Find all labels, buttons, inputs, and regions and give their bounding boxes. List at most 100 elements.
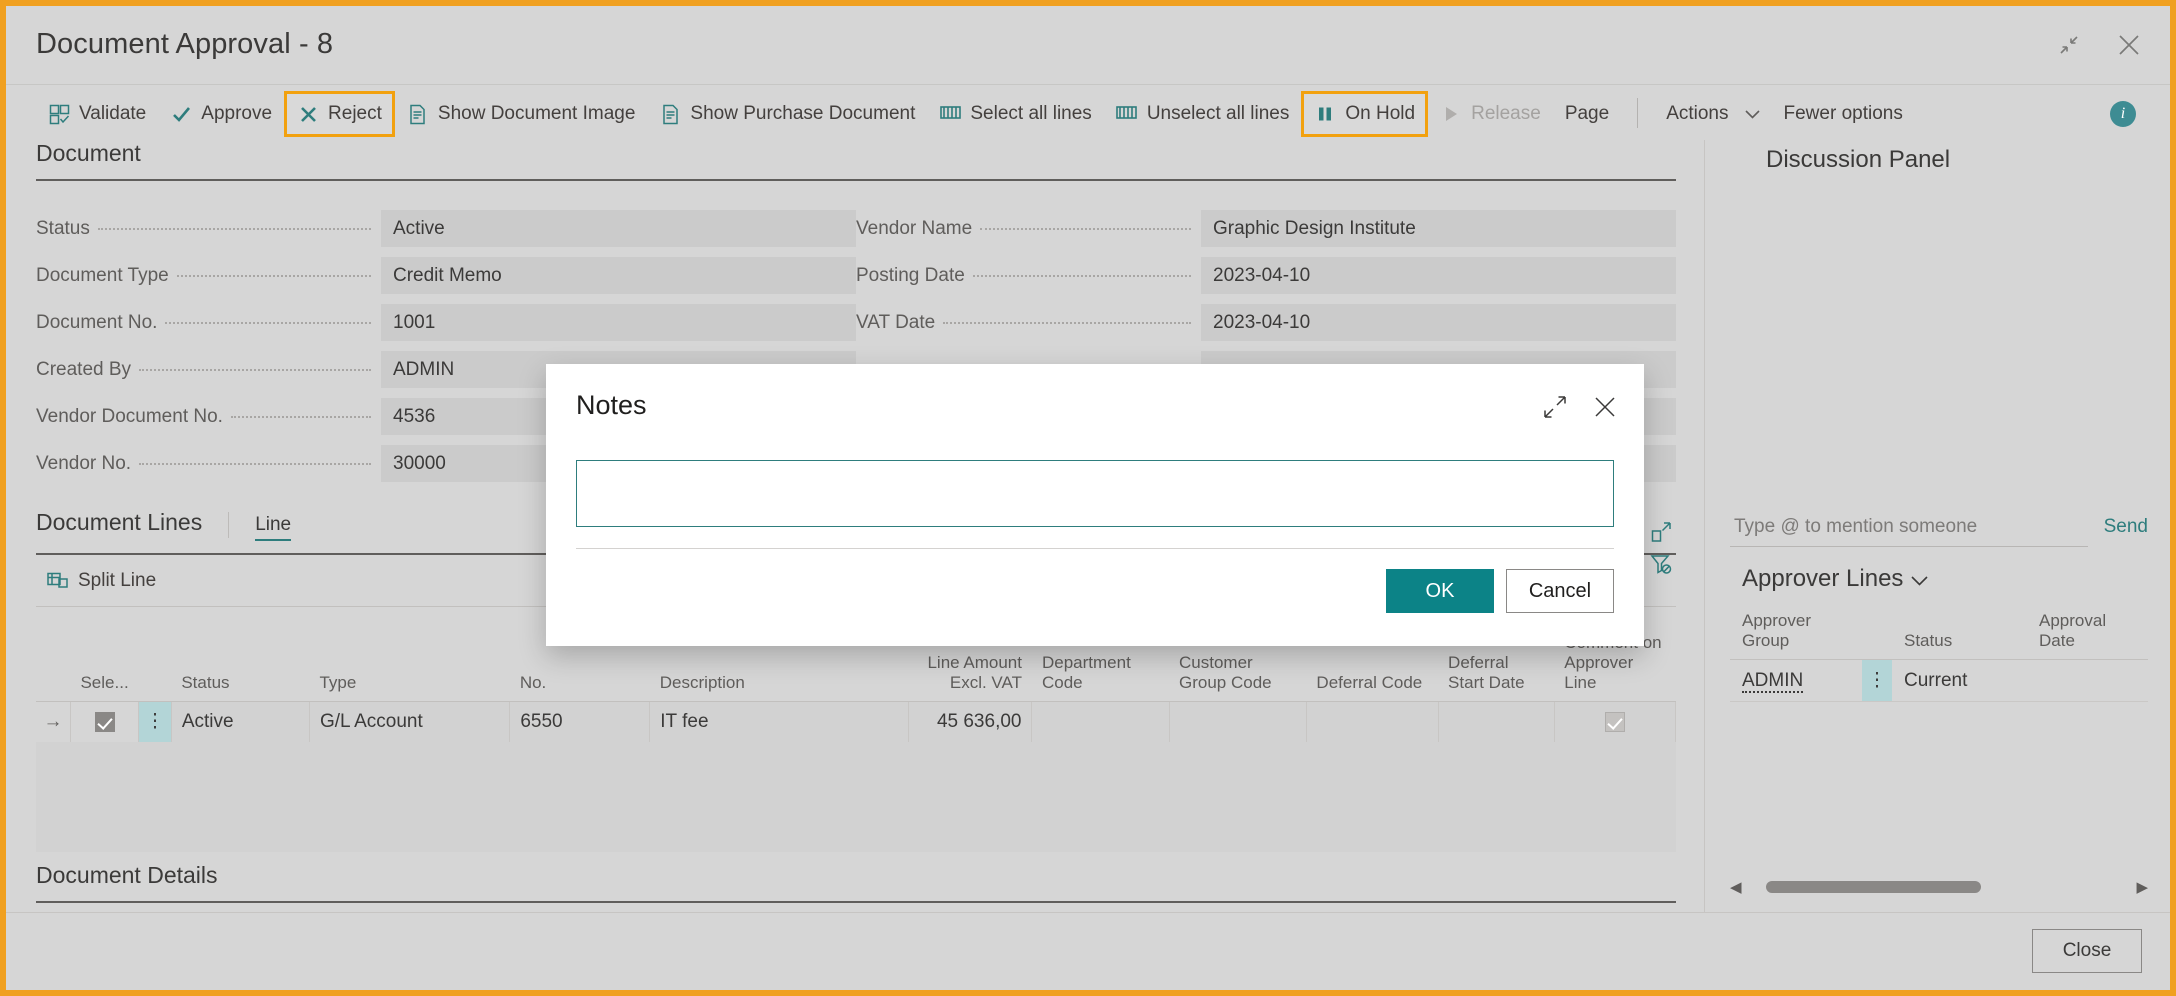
scroll-right-icon[interactable]: ▶ (2136, 878, 2148, 896)
field-document-no: Document No. 1001 (36, 299, 856, 346)
cell-deferral-code[interactable] (1306, 701, 1439, 742)
field-document-type: Document Type Credit Memo (36, 252, 856, 299)
notes-dialog-title: Notes (576, 390, 647, 420)
validate-icon (48, 103, 70, 125)
discussion-input[interactable] (1730, 512, 2088, 547)
cell-approval-date[interactable] (2027, 659, 2148, 702)
x-icon (297, 103, 319, 125)
close-icon[interactable] (1590, 392, 1620, 422)
validate-button[interactable]: Validate (36, 91, 158, 137)
lines-tools (1646, 517, 1676, 579)
col-type: Type (309, 633, 510, 702)
show-document-image-button[interactable]: Show Document Image (395, 91, 648, 137)
validate-label: Validate (79, 103, 147, 124)
approver-lines-header[interactable]: Approver Lines (1730, 565, 2148, 593)
select-lines-icon (939, 103, 961, 125)
approver-lines-title: Approver Lines (1742, 565, 1904, 592)
page-label: Page (1564, 103, 1610, 124)
window-controls (2052, 28, 2146, 62)
cell-comment-on-approver-line[interactable] (1554, 701, 1677, 742)
play-icon (1440, 103, 1462, 125)
ok-button[interactable]: OK (1386, 569, 1494, 613)
cell-deferral-start-date[interactable] (1438, 701, 1555, 742)
chevron-down-icon[interactable] (1911, 565, 1929, 593)
restore-down-icon[interactable] (2052, 28, 2086, 62)
notes-textarea[interactable] (576, 460, 1614, 527)
toolbar-divider (1637, 98, 1639, 128)
approve-button[interactable]: Approve (158, 91, 284, 137)
cell-approver-status[interactable]: Current (1892, 659, 2027, 702)
cell-type[interactable]: G/L Account (309, 701, 511, 742)
page-button[interactable]: Page (1553, 91, 1621, 137)
row-indicator: → (36, 701, 71, 742)
info-icon[interactable]: i (2110, 101, 2136, 127)
tab-line[interactable]: Line (255, 514, 292, 541)
show-purchase-document-label: Show Purchase Document (690, 103, 916, 124)
col-menu (1862, 607, 1892, 660)
expand-icon[interactable] (1646, 517, 1676, 547)
notes-dialog-actions (1540, 392, 1620, 422)
on-hold-label: On Hold (1345, 103, 1416, 124)
scroll-thumb[interactable] (1765, 881, 1981, 893)
document-lines-table: Sele... Status Type No. Description Line… (36, 633, 1677, 742)
scroll-track[interactable] (1750, 881, 2129, 893)
document-section-header: Document (36, 140, 1676, 181)
cell-customer-group-code[interactable] (1169, 701, 1307, 742)
cell-description[interactable]: IT fee (649, 701, 910, 742)
cancel-button[interactable]: Cancel (1506, 569, 1614, 613)
row-menu-icon[interactable]: ⋮ (138, 701, 172, 742)
expand-diagonal-icon[interactable] (1540, 392, 1570, 422)
document-details-header: Document Details (36, 862, 1676, 903)
row-menu-icon[interactable]: ⋮ (1862, 659, 1892, 702)
clear-filter-icon[interactable] (1646, 549, 1676, 579)
close-button[interactable]: Close (2032, 929, 2142, 973)
approver-table-row[interactable]: ADMIN ⋮ Current (1730, 659, 2148, 702)
cell-status[interactable]: Active (171, 701, 310, 742)
divider (228, 512, 230, 538)
cell-department-code[interactable] (1031, 701, 1170, 742)
actions-menu[interactable]: Actions (1654, 91, 1771, 137)
discussion-panel-title: Discussion Panel (1766, 146, 1951, 173)
field-status: Status Active (36, 205, 856, 252)
field-value[interactable]: 1001 (381, 304, 856, 341)
split-line-label: Split Line (78, 569, 157, 591)
on-hold-button[interactable]: On Hold (1301, 91, 1429, 137)
fewer-options-button[interactable]: Fewer options (1772, 91, 1915, 137)
close-icon[interactable] (2112, 28, 2146, 62)
field-value[interactable]: 2023-04-10 (1201, 257, 1676, 294)
page-title: Document Approval - 8 (36, 28, 334, 60)
discussion-input-row: Send (1730, 512, 2148, 547)
field-value[interactable]: Active (381, 210, 856, 247)
show-purchase-document-button[interactable]: Show Purchase Document (647, 91, 927, 137)
right-column: Discussion Panel Send Approver Lines App… (1706, 140, 2170, 912)
table-row[interactable]: → ⋮ Active G/L Account 6550 IT fee 45 63… (36, 701, 1677, 742)
reject-button[interactable]: Reject (284, 91, 395, 137)
row-select-checkbox[interactable] (70, 701, 140, 742)
approver-scrollbar[interactable]: ◀ ▶ (1730, 876, 2148, 898)
divider (576, 548, 1614, 549)
field-value[interactable]: 2023-04-10 (1201, 304, 1676, 341)
field-label: Vendor No. (36, 453, 381, 475)
table-empty-area (36, 741, 1676, 852)
field-label: Vendor Name (856, 218, 1201, 240)
field-vat-date: VAT Date 2023-04-10 (856, 299, 1676, 346)
col-menu (138, 633, 172, 702)
cell-line-amount[interactable]: 45 636,00 (908, 701, 1033, 742)
unselect-all-lines-button[interactable]: Unselect all lines (1104, 91, 1302, 137)
document-approval-window: Document Approval - 8 Validate Approve R… (6, 6, 2170, 990)
send-button[interactable]: Send (2104, 516, 2148, 544)
chevron-down-icon (1744, 103, 1760, 125)
cell-no[interactable]: 6550 (509, 701, 651, 742)
panel-divider (1704, 140, 1705, 912)
unselect-all-lines-label: Unselect all lines (1146, 103, 1290, 124)
field-value[interactable]: Credit Memo (381, 257, 856, 294)
field-value[interactable]: Graphic Design Institute (1201, 210, 1676, 247)
select-all-lines-button[interactable]: Select all lines (927, 91, 1103, 137)
scroll-left-icon[interactable]: ◀ (1730, 878, 1742, 896)
document-image-icon (407, 103, 429, 125)
col-approver-group: Approver Group (1730, 607, 1862, 660)
approve-label: Approve (201, 103, 273, 124)
split-line-button[interactable]: Split Line (36, 570, 166, 592)
cell-approver-group[interactable]: ADMIN (1730, 659, 1862, 702)
col-status: Status (171, 633, 310, 702)
